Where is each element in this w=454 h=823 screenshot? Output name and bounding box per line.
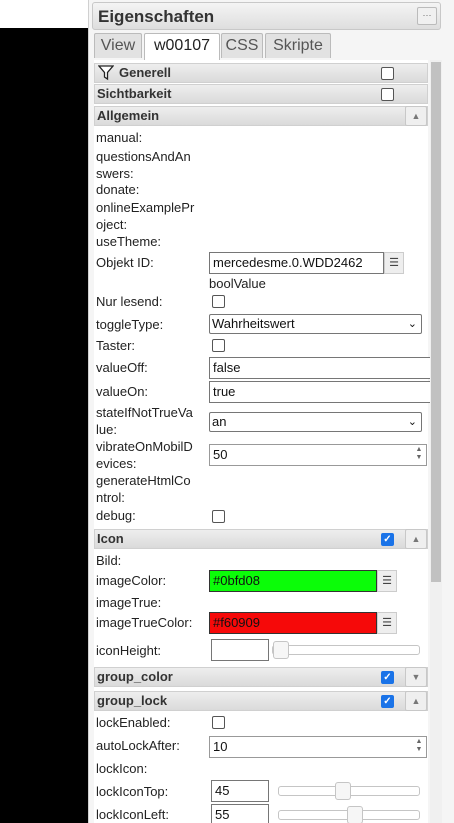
collapse-button[interactable]: ▲ (405, 691, 427, 711)
label-questions: questionsAndAn swers: (96, 149, 191, 181)
lockenabled-checkbox[interactable] (212, 716, 225, 729)
iconheight-input[interactable] (211, 639, 269, 661)
imagecolor-input[interactable]: #0bfd08 (209, 570, 377, 592)
valueoff-input[interactable]: false (209, 357, 434, 379)
toggletype-value: Wahrheitswert (212, 316, 295, 331)
label-lockenabled: lockEnabled: (96, 715, 171, 730)
sichtbarkeit-checkbox[interactable] (381, 88, 394, 101)
properties-content: Generell Sichtbarkeit Allgemein ▲ manual… (94, 60, 434, 823)
group-color-checkbox[interactable]: ✓ (381, 671, 394, 684)
group-allgemein-label: Allgemein (97, 108, 160, 123)
label-bild: Bild: (96, 553, 122, 568)
label-lockiconleft: lockIconLeft: (96, 807, 169, 822)
group-sichtbarkeit-label: Sichtbarkeit (97, 86, 172, 101)
vertical-scrollbar[interactable] (430, 60, 442, 823)
label-manual: manual: (96, 130, 143, 145)
group-lock-label: group_lock (97, 693, 168, 708)
group-generell[interactable]: Generell (94, 63, 428, 83)
vibrate-input[interactable]: 50 ▲ ▼ (209, 444, 427, 466)
icon-checkbox[interactable]: ✓ (381, 533, 394, 546)
debug-checkbox[interactable] (212, 510, 225, 523)
label-iconheight: iconHeight: (96, 643, 162, 658)
color-picker-button[interactable]: ☰ (377, 570, 397, 592)
label-debug: debug: (96, 508, 136, 523)
properties-panel: Eigenschaften ··· View w00107 CSS Skript… (88, 0, 454, 823)
lockiconleft-slider[interactable] (278, 806, 420, 823)
expand-button[interactable]: ▼ (405, 667, 427, 687)
group-color[interactable]: group_color ✓ ▼ (94, 667, 428, 687)
lockiconleft-input[interactable]: 55 (211, 804, 269, 823)
label-donate: donate: (96, 182, 140, 197)
group-allgemein[interactable]: Allgemein ▲ (94, 106, 428, 126)
label-stateifnottrue: stateIfNotTrueVa lue: (96, 405, 193, 437)
label-nur-lesend: Nur lesend: (96, 294, 163, 309)
label-objekt-id: Objekt ID: (96, 255, 154, 270)
group-lock[interactable]: group_lock ✓ ▲ (94, 691, 428, 711)
group-sichtbarkeit[interactable]: Sichtbarkeit (94, 84, 428, 104)
label-toggletype: toggleType: (96, 317, 164, 332)
slider-handle[interactable] (273, 641, 289, 659)
valueon-input[interactable]: true (209, 381, 434, 403)
slider-handle[interactable] (347, 806, 363, 823)
generell-checkbox[interactable] (381, 67, 394, 80)
collapse-button[interactable]: ▲ (405, 106, 427, 126)
vibrate-value: 50 (213, 447, 228, 462)
lockicontop-slider[interactable] (278, 782, 420, 800)
label-imagetruecolor: imageTrueColor: (96, 615, 193, 630)
color-picker-button[interactable]: ☰ (377, 612, 397, 634)
toggletype-select[interactable]: Wahrheitswert ⌄ (209, 314, 422, 334)
lockicontop-input[interactable]: 45 (211, 780, 269, 802)
group-icon[interactable]: Icon ✓ ▲ (94, 529, 428, 549)
tab-skripte[interactable]: Skripte (265, 33, 331, 58)
iconheight-slider[interactable] (272, 641, 420, 659)
autolockafter-value: 10 (213, 739, 228, 754)
objekt-id-input[interactable]: mercedesme.0.WDD2462 (209, 252, 384, 274)
label-imagetrue: imageTrue: (96, 595, 162, 610)
group-color-label: group_color (97, 669, 173, 684)
nur-lesend-checkbox[interactable] (212, 295, 225, 308)
slider-handle[interactable] (335, 782, 351, 800)
group-generell-label: Generell (119, 65, 172, 80)
number-spinner[interactable]: ▲ ▼ (413, 738, 425, 756)
group-lock-checkbox[interactable]: ✓ (381, 695, 394, 708)
number-spinner[interactable]: ▲ ▼ (413, 446, 425, 464)
panel-menu-button[interactable]: ··· (417, 7, 437, 25)
stateifnottrue-select[interactable]: an ⌄ (209, 412, 422, 432)
filter-icon (98, 65, 114, 81)
chevron-down-icon: ⌄ (407, 416, 417, 428)
objekt-id-type: boolValue (209, 276, 266, 291)
stateifnottrue-value: an (212, 414, 227, 429)
label-imagecolor: imageColor: (96, 573, 167, 588)
label-generatehtml: generateHtmlCo ntrol: (96, 473, 191, 505)
panel-title: Eigenschaften (98, 7, 215, 26)
chevron-down-icon: ⌄ (407, 318, 417, 330)
label-autolockafter: autoLockAfter: (96, 738, 180, 753)
label-lockicontop: lockIconTop: (96, 784, 169, 799)
autolockafter-input[interactable]: 10 ▲ ▼ (209, 736, 427, 758)
object-browser-button[interactable]: ☰ (384, 252, 404, 274)
collapse-button[interactable]: ▲ (405, 529, 427, 549)
label-usetheme: useTheme: (96, 234, 162, 249)
background-window (0, 0, 88, 28)
label-online-example: onlineExamplePr oject: (96, 200, 195, 232)
panel-header[interactable]: Eigenschaften ··· (92, 2, 441, 30)
tab-view[interactable]: View (94, 33, 142, 58)
imagetruecolor-input[interactable]: #f60909 (209, 612, 377, 634)
label-valueon: valueOn: (96, 384, 149, 399)
taster-checkbox[interactable] (212, 339, 225, 352)
label-vibrate: vibrateOnMobilD evices: (96, 439, 193, 471)
group-icon-label: Icon (97, 531, 124, 546)
scrollbar-thumb[interactable] (431, 62, 441, 582)
tab-css[interactable]: CSS (221, 33, 263, 58)
tab-widget[interactable]: w00107 (144, 33, 220, 60)
label-lockicon: lockIcon: (96, 761, 148, 776)
label-taster: Taster: (96, 338, 136, 353)
label-valueoff: valueOff: (96, 360, 148, 375)
